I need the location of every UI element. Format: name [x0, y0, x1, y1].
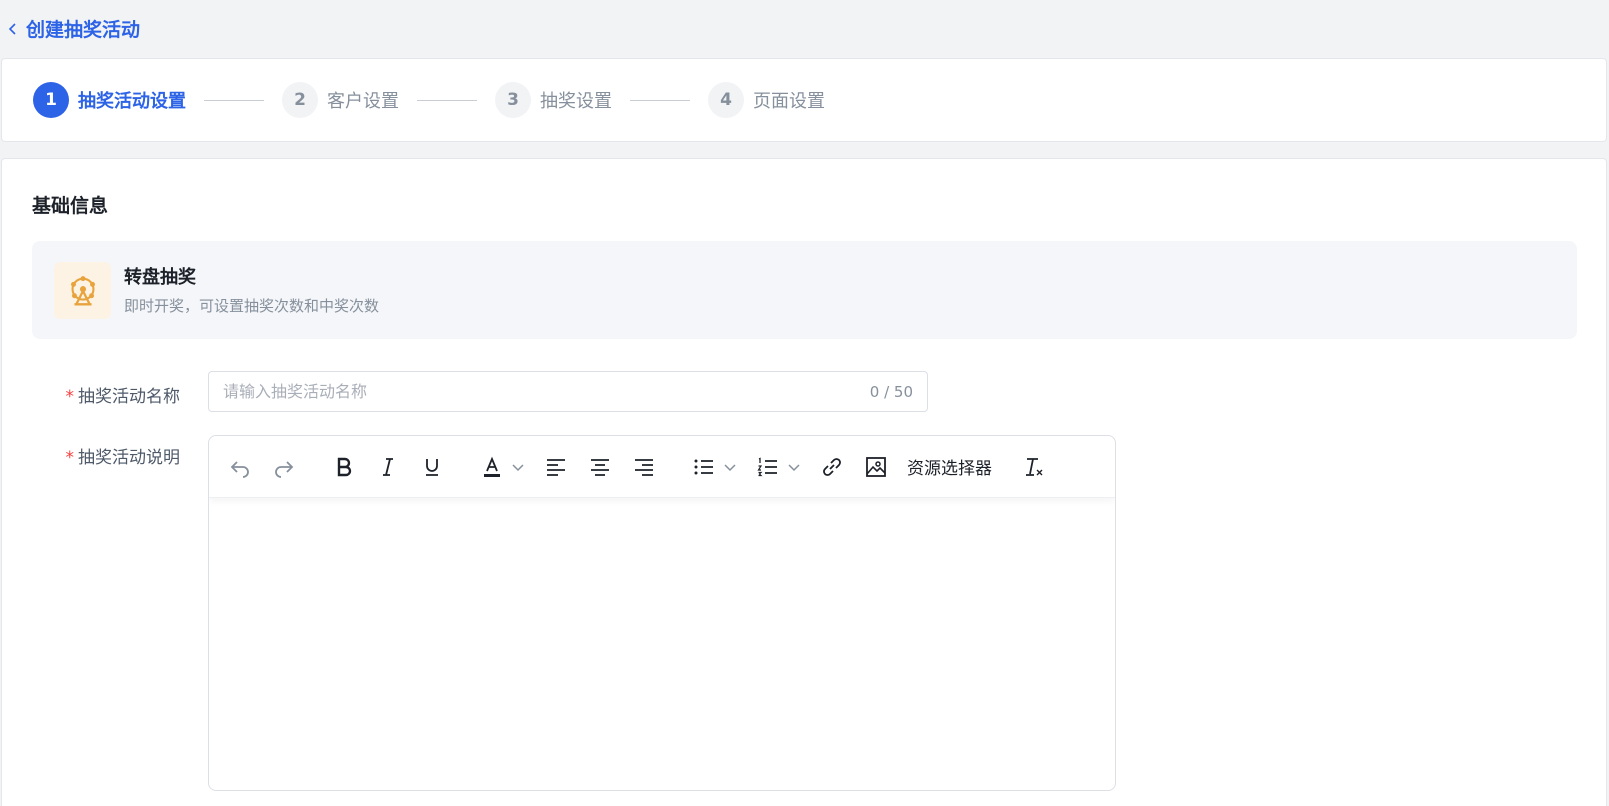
- chevron-down-icon: [512, 463, 524, 471]
- name-label: * 抽奖活动名称: [2, 382, 194, 407]
- resource-picker-button[interactable]: 资源选择器: [907, 454, 992, 479]
- image-button[interactable]: [859, 450, 893, 484]
- undo-button[interactable]: [223, 450, 257, 484]
- bullet-list-dropdown[interactable]: [721, 450, 739, 484]
- bold-button[interactable]: [327, 450, 361, 484]
- char-counter: 0 / 50: [869, 382, 913, 401]
- align-center-button[interactable]: [583, 450, 617, 484]
- align-right-icon: [635, 458, 653, 476]
- font-color-button[interactable]: [475, 450, 509, 484]
- required-mark: *: [65, 448, 75, 468]
- step-1[interactable]: 1 抽奖活动设置: [33, 82, 186, 118]
- steps-bar: 1 抽奖活动设置 2 客户设置 3 抽奖设置 4 页面设置: [1, 58, 1607, 142]
- back-button[interactable]: 创建抽奖活动: [6, 15, 140, 42]
- step-number: 3: [495, 82, 531, 118]
- desc-label-text: 抽奖活动说明: [78, 448, 180, 468]
- chevron-down-icon: [788, 463, 800, 471]
- align-center-icon: [591, 458, 609, 476]
- main-form-card: 基础信息 转盘抽奖 即时开奖，可设置抽奖次数和中奖次数 *抽奖活动名称 0 / …: [1, 158, 1607, 806]
- italic-icon: [383, 457, 393, 476]
- required-mark: *: [65, 387, 75, 407]
- step-connector: [630, 99, 690, 101]
- editor-content-area[interactable]: [209, 498, 1115, 788]
- redo-icon: [275, 460, 294, 478]
- bold-icon: [337, 457, 352, 476]
- activity-type-desc: 即时开奖，可设置抽奖次数和中奖次数: [124, 297, 380, 315]
- step-connector: [204, 99, 264, 101]
- step-label: 页面设置: [753, 91, 825, 112]
- link-button[interactable]: [815, 450, 849, 484]
- numbered-list-dropdown[interactable]: [785, 450, 803, 484]
- numbered-list-icon: [757, 456, 777, 476]
- activity-type-card: 转盘抽奖 即时开奖，可设置抽奖次数和中奖次数: [32, 241, 1577, 339]
- link-icon: [823, 457, 841, 476]
- italic-button[interactable]: [371, 450, 405, 484]
- step-connector: [417, 99, 477, 101]
- step-number: 4: [708, 82, 744, 118]
- step-number: 1: [33, 82, 69, 118]
- numbered-list-button[interactable]: [751, 450, 785, 484]
- editor-toolbar: 资源选择器: [209, 436, 1115, 498]
- ferris-wheel-icon: [54, 262, 111, 319]
- underline-button[interactable]: [415, 450, 449, 484]
- chevron-left-icon: [8, 22, 16, 35]
- name-form-row: * 抽奖活动名称: [2, 382, 194, 407]
- activity-name-input[interactable]: [223, 382, 870, 401]
- page-header: 创建抽奖活动: [0, 0, 1609, 57]
- align-left-button[interactable]: [539, 450, 573, 484]
- underline-icon: [426, 458, 438, 476]
- align-right-button[interactable]: [627, 450, 661, 484]
- name-label-text: 抽奖活动名称: [78, 387, 180, 407]
- step-label: 客户设置: [327, 91, 399, 112]
- step-3[interactable]: 3 抽奖设置: [495, 82, 612, 118]
- desc-label: * 抽奖活动说明: [2, 443, 194, 468]
- bullet-list-button[interactable]: [687, 450, 721, 484]
- clear-format-icon: [1026, 457, 1043, 476]
- activity-type-name: 转盘抽奖: [124, 267, 196, 288]
- bullet-list-icon: [694, 459, 713, 474]
- step-4[interactable]: 4 页面设置: [708, 82, 825, 118]
- undo-icon: [230, 460, 249, 478]
- font-color-dropdown[interactable]: [509, 450, 527, 484]
- align-left-icon: [547, 458, 565, 476]
- clear-format-button[interactable]: [1018, 450, 1052, 484]
- step-2[interactable]: 2 客户设置: [282, 82, 399, 118]
- name-input-wrapper: 0 / 50: [208, 371, 928, 412]
- chevron-down-icon: [724, 463, 736, 471]
- image-icon: [866, 456, 886, 477]
- step-number: 2: [282, 82, 318, 118]
- section-title: 基础信息: [32, 195, 109, 217]
- step-label: 抽奖设置: [540, 91, 612, 112]
- font-color-icon: [484, 456, 500, 477]
- redo-button[interactable]: [267, 450, 301, 484]
- desc-form-row: * 抽奖活动说明: [2, 443, 194, 468]
- page-title: 创建抽奖活动: [26, 19, 141, 41]
- rich-text-editor: 资源选择器: [208, 435, 1116, 791]
- step-label: 抽奖活动设置: [78, 91, 186, 112]
